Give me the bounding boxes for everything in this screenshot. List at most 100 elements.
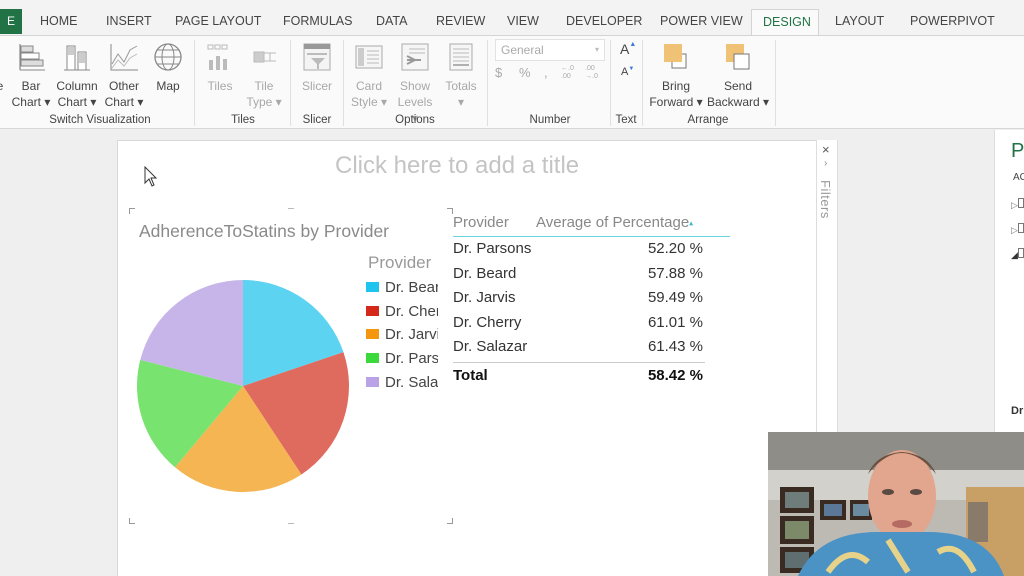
legend-item[interactable]: Dr. Sala — [366, 374, 438, 394]
tab-insert[interactable]: INSERT — [100, 9, 158, 36]
mouse-cursor-icon — [144, 166, 158, 187]
group-label-options: Options — [395, 114, 435, 126]
show-levels-label-1: Show — [399, 79, 431, 93]
tab-developer[interactable]: DEVELOPER — [560, 9, 648, 36]
card-style-button[interactable]: Card Style ▾ — [348, 40, 390, 110]
resize-handle-bottom[interactable] — [288, 523, 294, 524]
increase-font-icon: A — [620, 41, 630, 57]
column-chart-icon — [54, 40, 100, 74]
bar-chart-icon — [10, 40, 52, 74]
tab-layout[interactable]: LAYOUT — [829, 9, 890, 36]
tab-formulas[interactable]: FORMULAS — [277, 9, 358, 36]
legend-swatch — [366, 376, 379, 387]
tab-design[interactable]: DESIGN — [751, 9, 819, 36]
pie-chart[interactable] — [130, 272, 360, 502]
percentage-cell: 57.88 % — [647, 264, 703, 282]
legend-label: Dr. Pars — [385, 350, 438, 368]
decrease-font-button[interactable]: A▼ — [621, 66, 634, 78]
expand-table-icon[interactable]: ▷ — [1011, 223, 1024, 236]
group-separator — [290, 40, 291, 126]
resize-handle-top[interactable] — [288, 208, 294, 209]
card-style-label-1: Card — [355, 79, 382, 93]
bar-chart-label-2: Chart ▾ — [11, 95, 51, 109]
column-chart-button[interactable]: Column Chart ▾ — [54, 40, 100, 110]
map-label: Map — [156, 79, 180, 93]
column-header-provider[interactable]: Provider — [453, 214, 509, 231]
table-row[interactable]: Dr. Cherry 61.01 % — [453, 314, 705, 338]
currency-format-button[interactable]: $ — [495, 65, 513, 80]
legend-label: Dr. Bear — [385, 279, 438, 296]
decrease-decimal-icon: .00 →.0 — [585, 65, 598, 80]
decrease-decimal-button[interactable]: .00 →.0 — [585, 65, 603, 81]
group-label-slicer: Slicer — [302, 114, 332, 126]
increase-font-button[interactable]: A▲ — [620, 41, 636, 57]
fields-pane-title: Po — [1011, 140, 1024, 162]
provider-cell: Dr. Salazar — [453, 338, 528, 355]
other-chart-button[interactable]: Other Chart ▾ — [102, 40, 146, 110]
legend-item[interactable]: Dr. Pars — [366, 350, 438, 370]
group-separator — [487, 40, 488, 126]
column-header-label: Average of Percentage — [536, 214, 690, 231]
resize-handle-top-left[interactable] — [129, 208, 135, 214]
tab-review[interactable]: REVIEW — [430, 9, 491, 36]
resize-handle-bottom-right[interactable] — [447, 518, 453, 524]
table-row[interactable]: Dr. Jarvis 59.49 % — [453, 289, 705, 313]
slicer-button[interactable]: Slicer — [296, 40, 338, 94]
group-separator — [343, 40, 344, 126]
tiles-button[interactable]: Tiles — [200, 40, 240, 94]
tab-view[interactable]: VIEW — [501, 9, 545, 36]
resize-handle-bottom-left[interactable] — [129, 518, 135, 524]
group-label-arrange: Arrange — [687, 114, 729, 126]
legend-item[interactable]: Dr. Bear — [366, 279, 438, 299]
table-row[interactable]: Dr. Salazar 61.43 % — [453, 338, 705, 362]
tile-type-button[interactable]: Tile Type ▾ — [244, 40, 284, 110]
collapse-table-icon[interactable]: ◢ — [1011, 248, 1024, 261]
send-backward-button[interactable]: Send Backward ▾ — [706, 40, 770, 110]
tile-type-icon — [244, 40, 284, 74]
legend-item[interactable]: Dr. Jarvi — [366, 326, 438, 346]
percent-icon: % — [519, 65, 531, 80]
tab-data[interactable]: DATA — [370, 9, 413, 36]
send-backward-label-2: Backward ▾ — [706, 95, 770, 109]
table-row[interactable]: Dr. Beard 57.88 % — [453, 265, 705, 289]
tab-file[interactable]: E — [0, 9, 22, 34]
report-title-placeholder[interactable]: Click here to add a title — [335, 152, 579, 180]
expand-filters-icon[interactable]: › — [824, 158, 827, 169]
tiles-icon — [200, 40, 240, 74]
percentage-cell: 59.49 % — [647, 289, 703, 306]
tab-power-view[interactable]: POWER VIEW — [654, 9, 749, 36]
expand-table-icon[interactable]: ▷ — [1011, 198, 1024, 211]
bring-forward-button[interactable]: Bring Forward ▾ — [646, 40, 706, 110]
comma-format-button[interactable]: , — [544, 65, 548, 80]
legend-item[interactable]: Dr. Cher — [366, 303, 438, 323]
tab-home[interactable]: HOME — [34, 9, 84, 36]
legend-swatch — [366, 282, 379, 293]
totals-button[interactable]: Totals ▾ — [440, 40, 482, 110]
close-icon[interactable]: × — [822, 142, 830, 157]
fields-pane-drag-label: Dr — [1011, 405, 1024, 417]
percent-format-button[interactable]: % — [519, 65, 531, 80]
bring-forward-label-2: Forward ▾ — [649, 95, 703, 109]
tab-powerpivot[interactable]: POWERPIVOT — [904, 9, 1001, 36]
percentage-cell: 52.20 % — [647, 240, 703, 257]
legend-title: Provider — [368, 253, 432, 272]
table-total-row: Total 58.42 % — [453, 362, 705, 388]
number-format-select[interactable]: General ▾ — [495, 39, 605, 61]
bar-chart-button[interactable]: Bar Chart ▾ — [10, 40, 52, 110]
tab-page-layout[interactable]: PAGE LAYOUT — [169, 9, 267, 36]
legend-swatch — [366, 353, 379, 364]
comma-icon: , — [544, 65, 548, 80]
map-button[interactable]: Map — [148, 40, 188, 94]
column-header-average-percentage[interactable]: Average of Percentage▴ — [536, 214, 693, 231]
filters-label[interactable]: Filters — [818, 180, 833, 219]
pie-chart-title: AdherenceToStatins by Provider — [139, 221, 389, 241]
card-style-label-2: Style ▾ — [350, 95, 388, 109]
fields-pane-subtitle: AC — [1013, 172, 1024, 183]
slicer-label: Slicer — [301, 79, 332, 93]
provider-cell: Dr. Jarvis — [453, 289, 516, 306]
table-row[interactable]: Dr. Parsons 52.20 % — [453, 240, 705, 264]
increase-decimal-icon: ←.0 .00 — [561, 65, 574, 80]
increase-decimal-button[interactable]: ←.0 .00 — [561, 65, 579, 81]
table-visualization-button[interactable]: e — [0, 40, 6, 94]
group-label-text: Text — [615, 114, 637, 126]
